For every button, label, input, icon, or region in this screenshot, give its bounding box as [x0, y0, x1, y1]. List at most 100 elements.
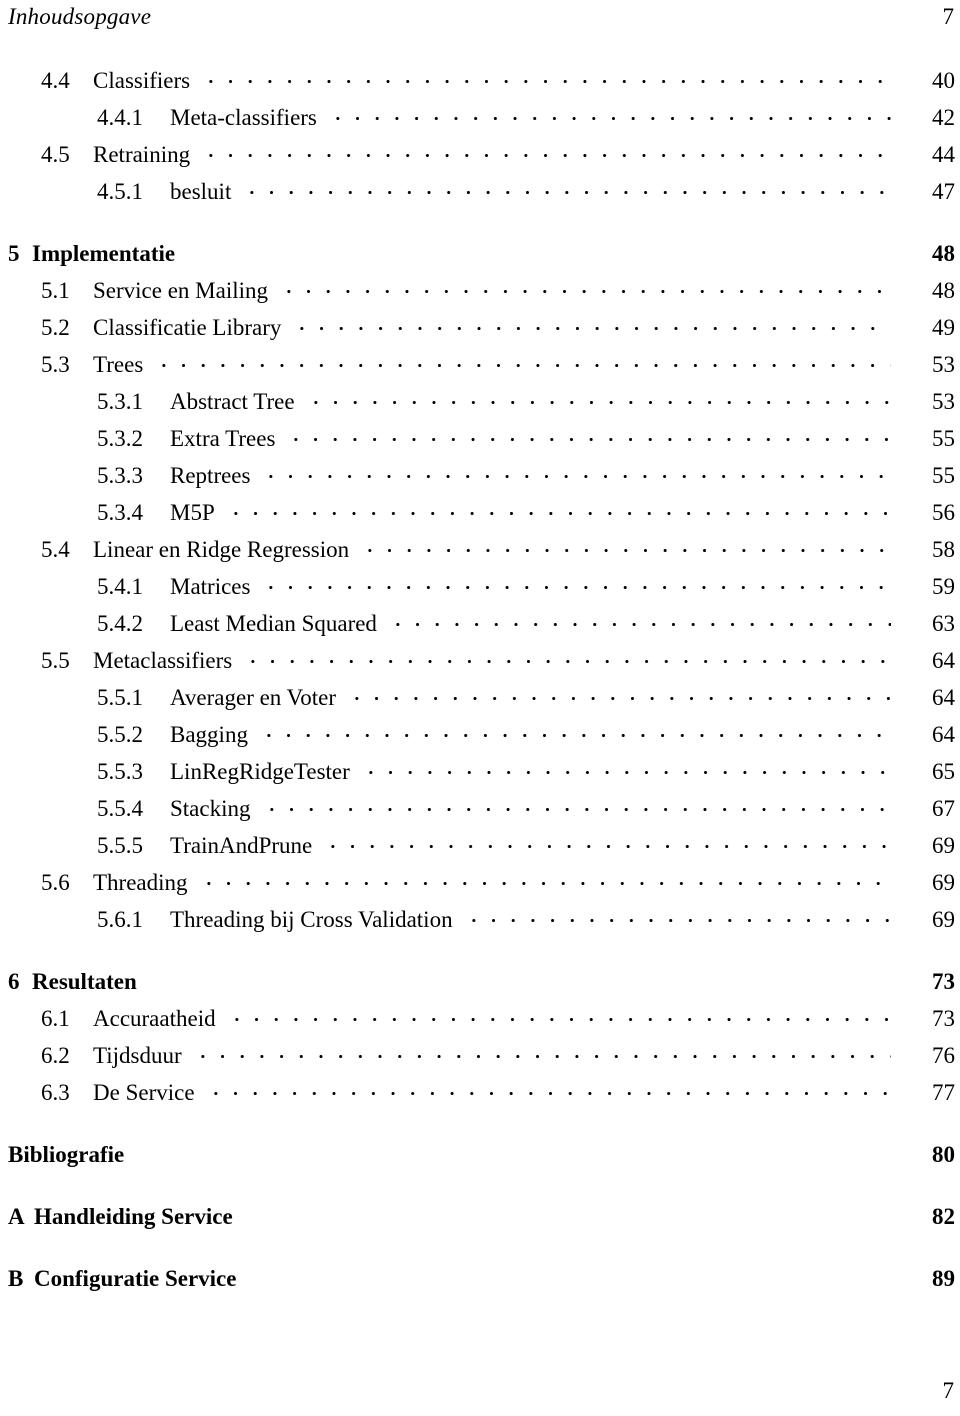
toc-entry-number: 4.5.1 — [97, 179, 143, 204]
toc-entry-number: 5.3.2 — [97, 426, 143, 451]
toc-entry-number: 5.3.4 — [97, 500, 143, 525]
toc-entry-page-number: 80 — [932, 1142, 955, 1167]
toc-dot-leader — [154, 349, 891, 372]
toc-entry-number: 6 — [8, 969, 20, 994]
toc-entry-title: Meta-classifiers — [170, 105, 317, 130]
toc-dot-leader — [198, 867, 891, 890]
toc-dot-leader — [261, 793, 892, 816]
toc-entry-unnumbered[interactable]: Bibliografie 80 — [0, 1136, 960, 1173]
toc-entry-page-number: 48 — [932, 241, 955, 266]
toc-entry-section[interactable]: 5.4 Linear en Ridge Regression 58 — [0, 531, 960, 568]
toc-entry-section[interactable]: 5.6 Threading 69 — [0, 864, 960, 901]
toc-entry-page-number: 55 — [932, 426, 955, 451]
toc-entry-number: 5.5 — [41, 648, 70, 673]
toc-entry-section[interactable]: 5.3 Trees 53 — [0, 346, 960, 383]
footer-page-number: 7 — [942, 1378, 955, 1403]
toc-entry-subsection[interactable]: 5.3.3 Reptrees 55 — [0, 457, 960, 494]
toc-entry-title: Retraining — [93, 142, 191, 167]
toc-dot-leader — [360, 534, 891, 557]
toc-entry-section[interactable]: 4.4 Classifiers 40 — [0, 62, 960, 99]
toc-entry-subsection[interactable]: 5.4.1 Matrices 59 — [0, 568, 960, 605]
toc-dot-leader — [305, 386, 891, 409]
toc-entry-section[interactable]: 5.1 Service en Mailing 48 — [0, 272, 960, 309]
toc-entry-number: 4.4.1 — [97, 105, 143, 130]
toc-entry-appendix[interactable]: A Handleiding Service 82 — [0, 1198, 960, 1235]
running-header: Inhoudsopgave 7 — [8, 4, 954, 38]
toc-entry-subsection[interactable]: 5.6.1 Threading bij Cross Validation 69 — [0, 901, 960, 938]
toc-entry-number: 5.4.2 — [97, 611, 143, 636]
toc-entry-number: 5.5.4 — [97, 796, 143, 821]
toc-entry-section[interactable]: 6.2 Tijdsduur 76 — [0, 1037, 960, 1074]
toc-dot-leader — [226, 1003, 891, 1026]
toc-entry-subsection[interactable]: 4.5.1 besluit 47 — [0, 173, 960, 210]
toc-entry-number: A — [8, 1204, 25, 1229]
running-header-title: Inhoudsopgave — [8, 4, 152, 29]
toc-dot-leader — [225, 497, 891, 520]
toc-entry-page-number: 77 — [932, 1080, 955, 1105]
toc-entry-subsection[interactable]: 5.5.4 Stacking 67 — [0, 790, 960, 827]
toc-entry-subsection[interactable]: 5.5.5 TrainAndPrune 69 — [0, 827, 960, 864]
toc-dot-leader — [323, 830, 891, 853]
toc-page: Inhoudsopgave 7 4.4 Classifiers 40 4.4.1 Met… — [0, 0, 960, 1416]
toc-entry-page-number: 58 — [932, 537, 955, 562]
toc-dot-leader — [238, 1263, 891, 1286]
toc-entry-page-number: 64 — [932, 648, 955, 673]
toc-entry-title: Averager en Voter — [170, 685, 337, 710]
toc-entry-subsection[interactable]: 5.5.2 Bagging 64 — [0, 716, 960, 753]
toc-entry-number: 5.6 — [41, 870, 70, 895]
toc-entry-title: Abstract Tree — [170, 389, 295, 414]
toc-dot-leader — [279, 275, 891, 298]
toc-entry-title: Trees — [93, 352, 144, 377]
toc-entry-chapter[interactable]: 5 Implementatie 48 — [0, 235, 960, 272]
toc-entry-section[interactable]: 6.1 Accuraatheid 73 — [0, 1000, 960, 1037]
toc-entry-subsection[interactable]: 5.4.2 Least Median Squared 63 — [0, 605, 960, 642]
toc-entry-number: 5.5.5 — [97, 833, 143, 858]
toc-dot-leader — [463, 904, 891, 927]
toc-entry-section[interactable]: 4.5 Retraining 44 — [0, 136, 960, 173]
toc-entry-page-number: 65 — [932, 759, 955, 784]
toc-entry-page-number: 53 — [932, 389, 955, 414]
toc-entry-number: 4.4 — [41, 68, 70, 93]
toc-entry-number: 5.5.1 — [97, 685, 143, 710]
toc-entry-title: Matrices — [170, 574, 251, 599]
toc-entry-subsection[interactable]: 5.3.2 Extra Trees 55 — [0, 420, 960, 457]
toc-entry-subsection[interactable]: 5.3.1 Abstract Tree 53 — [0, 383, 960, 420]
toc-entry-title: besluit — [170, 179, 232, 204]
toc-entry-number: 5.3.1 — [97, 389, 143, 414]
toc-entry-title: Reptrees — [170, 463, 251, 488]
toc-entry-page-number: 69 — [932, 907, 955, 932]
running-header-page-number: 7 — [942, 4, 955, 29]
toc-dot-leader — [177, 238, 891, 261]
toc-entry-page-number: 56 — [932, 500, 955, 525]
toc-dot-leader — [201, 65, 891, 88]
toc-entry-number: 5 — [8, 241, 20, 266]
toc-entry-number: 6.3 — [41, 1080, 70, 1105]
toc-entry-page-number: 76 — [932, 1043, 955, 1068]
toc-entry-number: 5.2 — [41, 315, 70, 340]
toc-entry-section[interactable]: 6.3 De Service 77 — [0, 1074, 960, 1111]
toc-entry-number: B — [8, 1266, 24, 1291]
toc-dot-leader — [261, 460, 891, 483]
toc-entry-section[interactable]: 5.2 Classificatie Library 49 — [0, 309, 960, 346]
toc-entry-appendix[interactable]: B Configuratie Service 89 — [0, 1260, 960, 1297]
toc-entry-number: 5.4 — [41, 537, 70, 562]
toc-entry-subsection[interactable]: 4.4.1 Meta-classifiers 42 — [0, 99, 960, 136]
toc-entry-title: TrainAndPrune — [170, 833, 313, 858]
toc-dot-leader — [347, 682, 891, 705]
toc-dot-leader — [258, 719, 891, 742]
toc-entry-subsection[interactable]: 5.5.1 Averager en Voter 64 — [0, 679, 960, 716]
toc-entry-title: Classificatie Library — [93, 315, 282, 340]
toc-entry-subsection[interactable]: 5.3.4 M5P 56 — [0, 494, 960, 531]
toc-entry-number: 5.3.3 — [97, 463, 143, 488]
toc-entry-section[interactable]: 5.5 Metaclassifiers 64 — [0, 642, 960, 679]
toc-entry-page-number: 64 — [932, 685, 955, 710]
toc-dot-leader — [387, 608, 891, 631]
toc-entry-title: Linear en Ridge Regression — [93, 537, 350, 562]
toc-dot-leader — [139, 966, 891, 989]
toc-entry-subsection[interactable]: 5.5.3 LinRegRidgeTester 65 — [0, 753, 960, 790]
toc-dot-leader — [292, 312, 891, 335]
toc-entry-number: 4.5 — [41, 142, 70, 167]
toc-entry-page-number: 42 — [932, 105, 955, 130]
toc-entry-chapter[interactable]: 6 Resultaten 73 — [0, 963, 960, 1000]
table-of-contents: 4.4 Classifiers 40 4.4.1 Meta-classifiers 42 4… — [0, 62, 960, 1297]
